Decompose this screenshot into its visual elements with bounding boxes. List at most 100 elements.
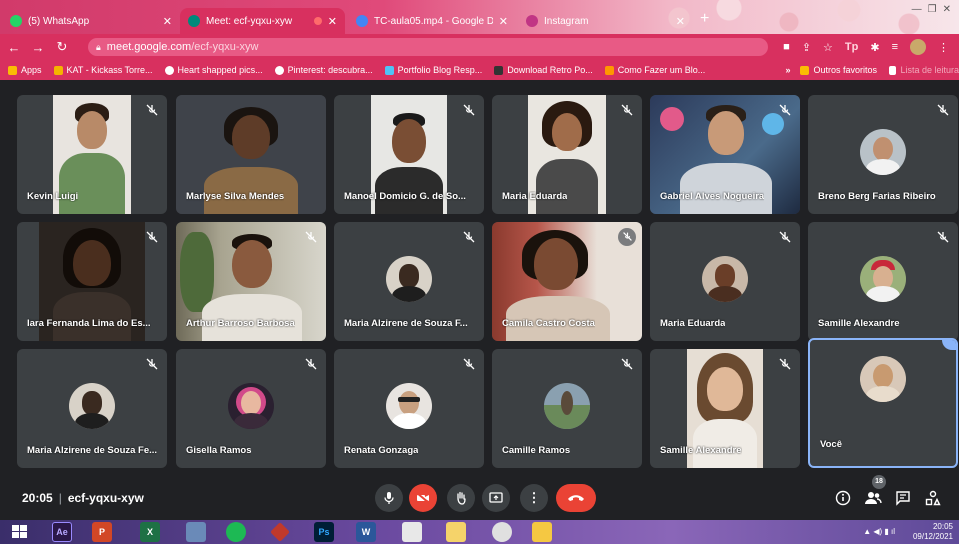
participant-tile[interactable]: Maria Eduarda: [650, 222, 800, 341]
close-tab-icon[interactable]: ✕: [328, 15, 337, 28]
toolbar-icons: ■ ⇪ ☆ Tp ✱ ≡ ⋮: [783, 39, 949, 55]
participant-tile[interactable]: Camila Castro Costa: [492, 222, 642, 341]
mic-off-icon: [620, 357, 634, 371]
tab-google-drive[interactable]: TC-aula05.mp4 - Google Drive ✕: [348, 8, 516, 34]
participant-tile[interactable]: Gabriel Alves Nogueira: [650, 95, 800, 214]
bookmark-blog[interactable]: Como Fazer um Blo...: [604, 65, 705, 75]
camera-in-use-icon[interactable]: ■: [783, 41, 790, 53]
taskbar-date[interactable]: 09/12/2021: [913, 532, 953, 542]
photos-icon[interactable]: [186, 522, 206, 542]
whatsapp-icon: [10, 15, 22, 27]
minimize-icon[interactable]: —: [912, 4, 922, 15]
participant-count-badge: 18: [872, 475, 886, 489]
tab-whatsapp[interactable]: (5) WhatsApp ✕: [2, 8, 180, 34]
self-indicator-icon: [942, 340, 956, 350]
participant-tile[interactable]: Arthur Barroso Barbosa: [176, 222, 326, 341]
participant-name: Camille Ramos: [502, 445, 571, 456]
tab-title: TC-aula05.mp4 - Google Drive: [374, 15, 493, 27]
reading-list-icon[interactable]: ≡: [892, 41, 898, 53]
new-tab-icon[interactable]: +: [700, 10, 709, 28]
tray-icons[interactable]: ▲ ◀︎) ▮ ıl: [863, 527, 895, 537]
windows-start-icon[interactable]: [12, 525, 28, 539]
meeting-details-icon[interactable]: [833, 488, 853, 508]
participant-tile[interactable]: Samille Alexandre: [650, 349, 800, 468]
bookmark-retro[interactable]: Download Retro Po...: [494, 65, 593, 75]
bookmark-other-favorites[interactable]: Outros favoritos: [800, 65, 877, 75]
bookmark-heart-pics[interactable]: Heart shapped pics...: [164, 65, 263, 75]
participant-tile[interactable]: Breno Berg Farias Ribeiro: [808, 95, 958, 214]
leave-call-button[interactable]: [556, 484, 596, 512]
reload-icon[interactable]: ↻: [52, 39, 72, 55]
acrobat-icon[interactable]: [402, 522, 422, 542]
forward-arrow-icon[interactable]: →: [28, 40, 48, 55]
participant-tile[interactable]: Iara Fernanda Lima do Es...: [17, 222, 167, 341]
participant-name: Maria Alzirene de Souza Fe...: [27, 445, 158, 456]
participant-tile[interactable]: Gisella Ramos: [176, 349, 326, 468]
bookmark-kat[interactable]: KAT - Kickass Torre...: [53, 65, 153, 75]
present-screen-button[interactable]: [482, 484, 510, 512]
maximize-icon[interactable]: ❐: [928, 4, 937, 15]
participant-tile[interactable]: Camille Ramos: [492, 349, 642, 468]
bookmark-apps[interactable]: Apps: [8, 65, 42, 75]
participant-avatar: [386, 383, 432, 429]
photoshop-icon[interactable]: Ps: [314, 522, 334, 542]
participant-avatar: [544, 383, 590, 429]
chrome-icon[interactable]: [492, 522, 512, 542]
mic-off-icon: [304, 357, 318, 371]
raise-hand-button[interactable]: [447, 484, 475, 512]
participant-tile[interactable]: Manoel Domicio G. de So...: [334, 95, 484, 214]
bookmark-portfolio[interactable]: Portfolio Blog Resp...: [384, 65, 482, 75]
participant-tile[interactable]: Kevin Luigi: [17, 95, 167, 214]
close-tab-icon[interactable]: ✕: [163, 15, 172, 28]
tab-meet[interactable]: Meet: ecf-yqxu-xyw ✕: [180, 8, 345, 34]
file-explorer-icon[interactable]: [532, 522, 552, 542]
tab-instagram[interactable]: Instagram ✕: [518, 8, 693, 34]
participant-name: Manoel Domicio G. de So...: [344, 191, 466, 202]
share-icon[interactable]: ⇪: [802, 41, 811, 54]
more-options-button[interactable]: ⋮: [520, 484, 548, 512]
extensions-puzzle-icon[interactable]: ✱: [870, 41, 879, 54]
chat-icon[interactable]: [893, 488, 913, 508]
excel-icon[interactable]: X: [140, 522, 160, 542]
extension-tp-icon[interactable]: Tp: [845, 41, 858, 53]
after-effects-icon[interactable]: Ae: [52, 522, 72, 542]
participant-tile[interactable]: Renata Gonzaga: [334, 349, 484, 468]
bookmarks-overflow-icon[interactable]: »: [785, 65, 790, 75]
star-bookmark-icon[interactable]: ☆: [823, 41, 833, 54]
participant-name: Gisella Ramos: [186, 445, 252, 456]
back-arrow-icon[interactable]: ←: [4, 40, 24, 55]
present-screen-icon: [489, 492, 503, 503]
bookmark-pinterest[interactable]: Pinterest: descubra...: [274, 65, 373, 75]
self-avatar: [860, 356, 906, 402]
tab-title: (5) WhatsApp: [28, 15, 90, 27]
participant-tile[interactable]: Marlyse Silva Mendes: [176, 95, 326, 214]
participant-tile[interactable]: Maria Eduarda: [492, 95, 642, 214]
participant-tile[interactable]: Maria Alzirene de Souza Fe...: [17, 349, 167, 468]
word-icon[interactable]: W: [356, 522, 376, 542]
self-tile[interactable]: Você: [808, 338, 958, 468]
mic-off-icon: [145, 230, 159, 244]
close-tab-icon[interactable]: ✕: [499, 15, 508, 28]
mic-off-icon: [936, 103, 950, 117]
taskbar-time[interactable]: 20:05: [913, 522, 953, 532]
powerpoint-icon[interactable]: P: [92, 522, 112, 542]
pinterest-icon: [274, 65, 284, 75]
url-field[interactable]: 🔒︎ meet.google.com/ecf-yqxu-xyw: [88, 38, 768, 56]
spotify-icon[interactable]: [226, 522, 246, 542]
mic-icon: [384, 492, 394, 504]
participant-tile[interactable]: Maria Alzirene de Souza F...: [334, 222, 484, 341]
participant-tile[interactable]: Samille Alexandre: [808, 222, 958, 341]
close-tab-icon[interactable]: ✕: [676, 15, 685, 28]
notepad-icon[interactable]: [446, 522, 466, 542]
people-icon[interactable]: [863, 488, 883, 508]
participant-name: Arthur Barroso Barbosa: [186, 318, 295, 329]
activities-icon[interactable]: [923, 488, 943, 508]
menu-kebab-icon[interactable]: ⋮: [938, 41, 949, 54]
participant-name: Gabriel Alves Nogueira: [660, 191, 765, 202]
close-window-icon[interactable]: ✕: [943, 4, 951, 15]
pinned-app-icon[interactable]: [270, 522, 290, 542]
bookmark-reading-list[interactable]: Lista de leitura: [889, 65, 959, 75]
profile-avatar[interactable]: [910, 39, 926, 55]
camera-off-button[interactable]: [409, 484, 437, 512]
microphone-button[interactable]: [375, 484, 403, 512]
